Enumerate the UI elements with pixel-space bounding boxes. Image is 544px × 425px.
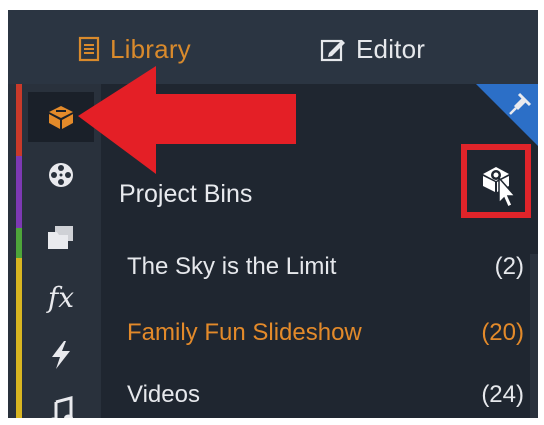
folders-icon bbox=[48, 226, 73, 249]
bins-settings-button[interactable] bbox=[461, 144, 531, 218]
tab-library-label: Library bbox=[110, 33, 191, 64]
bin-name: Videos bbox=[127, 381, 200, 408]
tab-editor-label: Editor bbox=[356, 33, 426, 64]
bin-name: Family Fun Slideshow bbox=[127, 319, 362, 346]
tab-editor[interactable]: Editor bbox=[320, 32, 425, 66]
lightning-icon bbox=[52, 341, 70, 369]
bin-item[interactable]: The Sky is the Limit (2) bbox=[101, 242, 538, 292]
music-note-icon bbox=[51, 396, 73, 418]
app-window: Library Editor fx Project Bins The Sky i… bbox=[8, 10, 538, 418]
bin-count: (24) bbox=[481, 381, 524, 408]
edit-icon bbox=[320, 39, 345, 62]
tab-library[interactable]: Library bbox=[78, 32, 191, 66]
fx-icon: fx bbox=[47, 280, 75, 314]
library-icon bbox=[78, 36, 100, 62]
bin-item[interactable]: Videos (24) bbox=[101, 370, 538, 418]
red-arrow-annotation bbox=[78, 66, 296, 174]
category-stripe-purple bbox=[16, 156, 22, 228]
sidebar-item-audio[interactable] bbox=[28, 386, 94, 418]
film-reel-icon bbox=[49, 163, 73, 187]
bin-name: The Sky is the Limit bbox=[127, 253, 337, 280]
library-box-icon bbox=[49, 106, 73, 129]
bins-settings-icon bbox=[483, 167, 517, 208]
scrollbar-track[interactable] bbox=[530, 254, 538, 418]
pin-corner-button[interactable] bbox=[476, 84, 538, 146]
sidebar-item-transitions[interactable] bbox=[28, 330, 94, 380]
sidebar-item-effects[interactable]: fx bbox=[28, 272, 94, 322]
bin-item-selected[interactable]: Family Fun Slideshow (20) bbox=[101, 308, 538, 358]
category-stripe-red bbox=[16, 84, 22, 156]
section-title-project-bins: Project Bins bbox=[119, 180, 253, 208]
sidebar-item-collections[interactable] bbox=[28, 212, 94, 262]
bin-count: (20) bbox=[481, 319, 524, 346]
category-stripe-green bbox=[16, 228, 22, 258]
category-stripe-yellow bbox=[16, 258, 22, 418]
bin-count: (2) bbox=[494, 253, 524, 280]
